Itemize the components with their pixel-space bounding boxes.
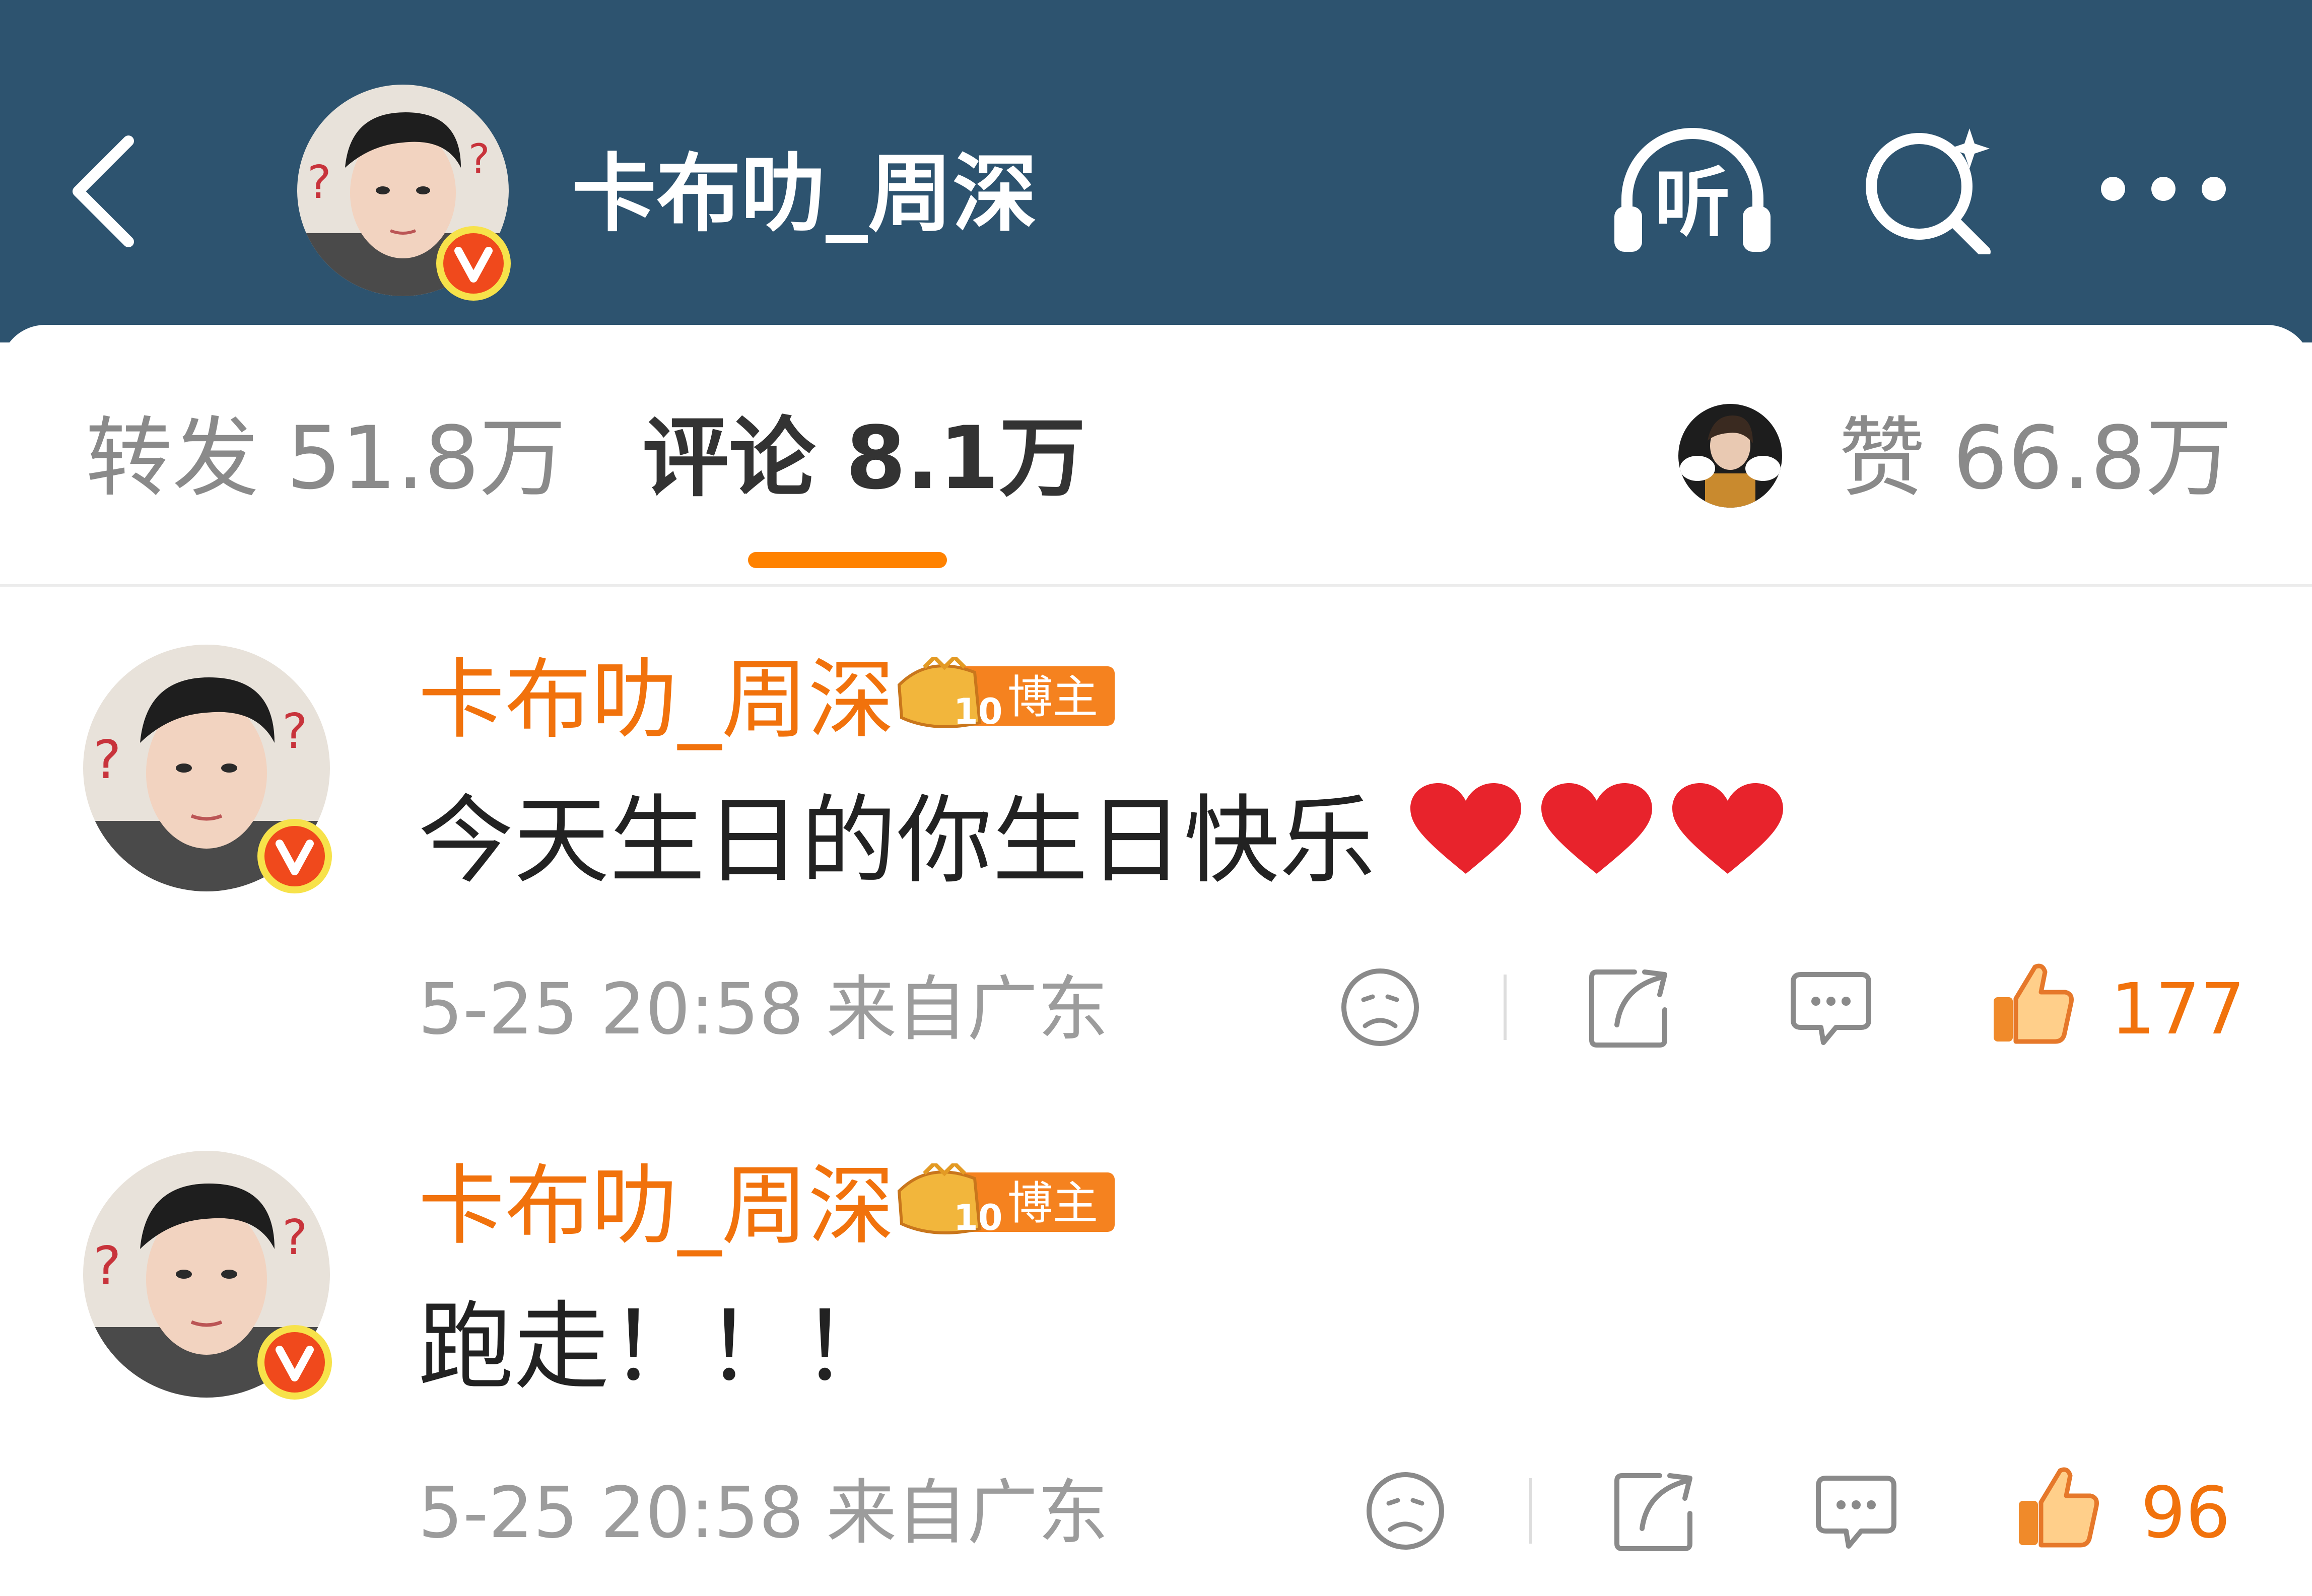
- tab-repost[interactable]: 转发 51.8万: [86, 398, 566, 519]
- comment-author[interactable]: 卡布叻_周深: [418, 1146, 895, 1267]
- tab-comment-count: 8.1万: [845, 407, 1086, 509]
- comment-time: 5-25 20:58: [418, 968, 804, 1051]
- listen-label: 听: [1655, 160, 1730, 247]
- listen-headphones-icon[interactable]: 听: [1607, 123, 1778, 254]
- action-separator: [1529, 1478, 1532, 1544]
- blogger-level-badge: 10 博主: [897, 657, 1115, 732]
- reply-comment-icon[interactable]: [1813, 1468, 1899, 1554]
- svg-text:?: ?: [468, 135, 490, 182]
- action-separator: [1504, 975, 1507, 1040]
- badge-text: 博主: [1007, 671, 1098, 724]
- comment-location: 来自广东: [826, 1472, 1109, 1554]
- comment-avatar[interactable]: ? ?: [81, 1148, 332, 1400]
- liker-avatar[interactable]: [1677, 403, 1783, 509]
- tab-divider: [0, 584, 2312, 587]
- svg-text:?: ?: [93, 729, 121, 791]
- thumbs-up-icon[interactable]: [2015, 1463, 2100, 1549]
- comment-body: 今天生日的你生日快乐: [418, 776, 1808, 914]
- tab-comment[interactable]: 评论 8.1万: [642, 398, 1086, 519]
- tab-repost-label: 转发: [86, 407, 259, 509]
- svg-text:?: ?: [93, 1235, 121, 1297]
- search-icon[interactable]: [1861, 123, 1992, 254]
- verified-badge-icon: [257, 819, 332, 893]
- tab-repost-count: 51.8万: [286, 407, 566, 509]
- badge-level: 10: [954, 1197, 1002, 1238]
- tab-like[interactable]: 赞 66.8万: [1839, 398, 2232, 519]
- share-icon[interactable]: [1612, 1468, 1697, 1554]
- comment-meta: 5-25 20:58 来自广东: [418, 1463, 1108, 1564]
- top-nav-bar: ? ? 卡布叻_周深 听: [0, 0, 2312, 342]
- comment-like-count: 177: [2111, 968, 2246, 1051]
- tab-like-label: 赞: [1839, 407, 1925, 509]
- active-tab-indicator: [748, 552, 947, 568]
- comment-text: 今天生日的你生日快乐: [418, 785, 1376, 896]
- comment-time: 5-25 20:58: [418, 1472, 804, 1554]
- svg-text:?: ?: [307, 156, 331, 209]
- svg-text:?: ?: [282, 1210, 307, 1266]
- share-icon[interactable]: [1587, 964, 1672, 1050]
- verified-badge-icon: [436, 226, 511, 301]
- comment-body: 跑走！！！: [418, 1282, 897, 1413]
- more-options-icon[interactable]: [2095, 166, 2231, 212]
- comment-text: 跑走！！！: [418, 1291, 897, 1403]
- blogger-level-badge: 10 博主: [897, 1163, 1115, 1238]
- heart-emoji-icon: [1410, 783, 1784, 874]
- verified-badge-icon: [257, 1325, 332, 1400]
- comment-emoji: [1405, 781, 1808, 914]
- badge-text: 博主: [1007, 1177, 1098, 1230]
- dislike-icon[interactable]: [1337, 964, 1423, 1050]
- header-avatar[interactable]: ? ?: [295, 82, 511, 301]
- comment-like-count: 96: [2141, 1472, 2231, 1554]
- thumbs-up-icon[interactable]: [1990, 959, 2075, 1045]
- chevron-left-icon[interactable]: [65, 133, 141, 249]
- comment-avatar[interactable]: ? ?: [81, 642, 332, 894]
- page-title: 卡布叻_周深: [572, 145, 1037, 243]
- tab-like-count: 66.8万: [1952, 407, 2232, 509]
- badge-level: 10: [954, 691, 1002, 732]
- svg-text:?: ?: [282, 704, 307, 759]
- comment-author[interactable]: 卡布叻_周深: [418, 640, 895, 760]
- comment-meta: 5-25 20:58 来自广东: [418, 959, 1108, 1060]
- dislike-icon[interactable]: [1363, 1468, 1448, 1554]
- comment-location: 来自广东: [826, 968, 1109, 1051]
- reply-comment-icon[interactable]: [1788, 964, 1874, 1050]
- tab-comment-label: 评论: [642, 407, 815, 509]
